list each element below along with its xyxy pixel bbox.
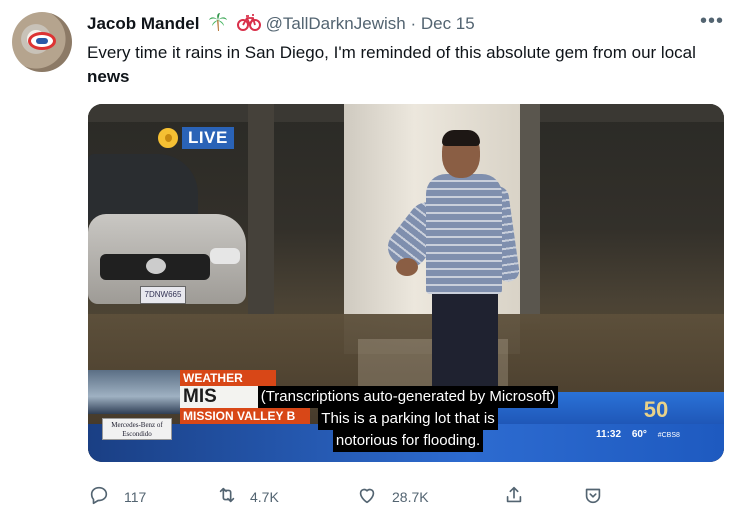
bicycle-icon xyxy=(236,12,261,38)
video-captions: (Transcriptions auto-generated by Micros… xyxy=(228,386,588,452)
weather-alert-label: WEATHER ALERT xyxy=(180,370,276,401)
live-label: LIVE xyxy=(182,127,234,149)
palm-tree-icon xyxy=(208,12,228,38)
author-handle[interactable]: @TallDarknJewish xyxy=(266,14,406,33)
background-pillar xyxy=(248,104,274,314)
caption-line-2: This is a parking lot that is xyxy=(318,408,498,430)
live-badge: LIVE xyxy=(158,127,234,149)
ticker-temp: 60° xyxy=(631,429,647,440)
avatar[interactable] xyxy=(12,12,72,72)
avatar-badge xyxy=(28,32,56,50)
reporter-sweater xyxy=(426,174,502,294)
tweet-text-body: Every time it rains in San Diego, I'm re… xyxy=(87,43,696,62)
like-button[interactable]: 28.7K xyxy=(356,484,429,509)
flooded-car: 7DNW665 xyxy=(88,144,248,314)
ticker-handle: #CBS8 xyxy=(657,432,680,439)
car-headlight xyxy=(210,248,240,264)
tweet-text: Every time it rains in San Diego, I'm re… xyxy=(87,41,727,89)
weather-thumbnail xyxy=(88,370,180,414)
reply-icon xyxy=(88,484,110,509)
superbowl-logo: 50 xyxy=(643,397,669,422)
tweet-header: Jacob Mandel @TallDarknJewish · Dec 15 xyxy=(87,12,475,38)
tip-button[interactable] xyxy=(582,484,604,509)
car-windshield xyxy=(88,154,198,220)
reporter xyxy=(380,130,528,390)
tweet-text-bold: news xyxy=(87,67,130,86)
share-icon xyxy=(503,484,525,509)
share-button[interactable] xyxy=(503,484,525,509)
sponsor-logo: Mercedes-Benz of Escondido xyxy=(102,418,172,440)
separator-dot: · xyxy=(410,14,417,33)
ticker-time: 11:32 xyxy=(596,429,622,440)
license-plate: 7DNW665 xyxy=(140,286,186,304)
cbs-eye-icon xyxy=(158,128,178,148)
chevron-icon xyxy=(582,484,604,509)
retweet-count: 4.7K xyxy=(250,488,279,505)
author-name[interactable]: Jacob Mandel xyxy=(87,14,199,33)
reporter-hair xyxy=(442,130,480,146)
heart-icon xyxy=(356,484,378,509)
like-count: 28.7K xyxy=(392,488,429,505)
retweet-button[interactable]: 4.7K xyxy=(216,484,279,509)
retweet-icon xyxy=(216,484,238,509)
tweet-date[interactable]: Dec 15 xyxy=(421,14,475,33)
caption-line-1: (Transcriptions auto-generated by Micros… xyxy=(257,386,559,408)
caption-line-3: notorious for flooding. xyxy=(332,430,484,452)
reporter-hand xyxy=(396,258,418,276)
more-options-icon[interactable]: ••• xyxy=(700,10,724,33)
car-logo xyxy=(146,258,166,274)
reply-count: 117 xyxy=(124,488,147,505)
reply-button[interactable]: 117 xyxy=(88,484,146,509)
video-player[interactable]: 7DNW665 LIVE 50 WEATHER ALERT MIS MISSIO… xyxy=(88,104,724,462)
ticker-info: 11:32 60° #CBS8 xyxy=(596,429,688,440)
tweet-actions: 117 4.7K 28.7K xyxy=(0,480,738,516)
